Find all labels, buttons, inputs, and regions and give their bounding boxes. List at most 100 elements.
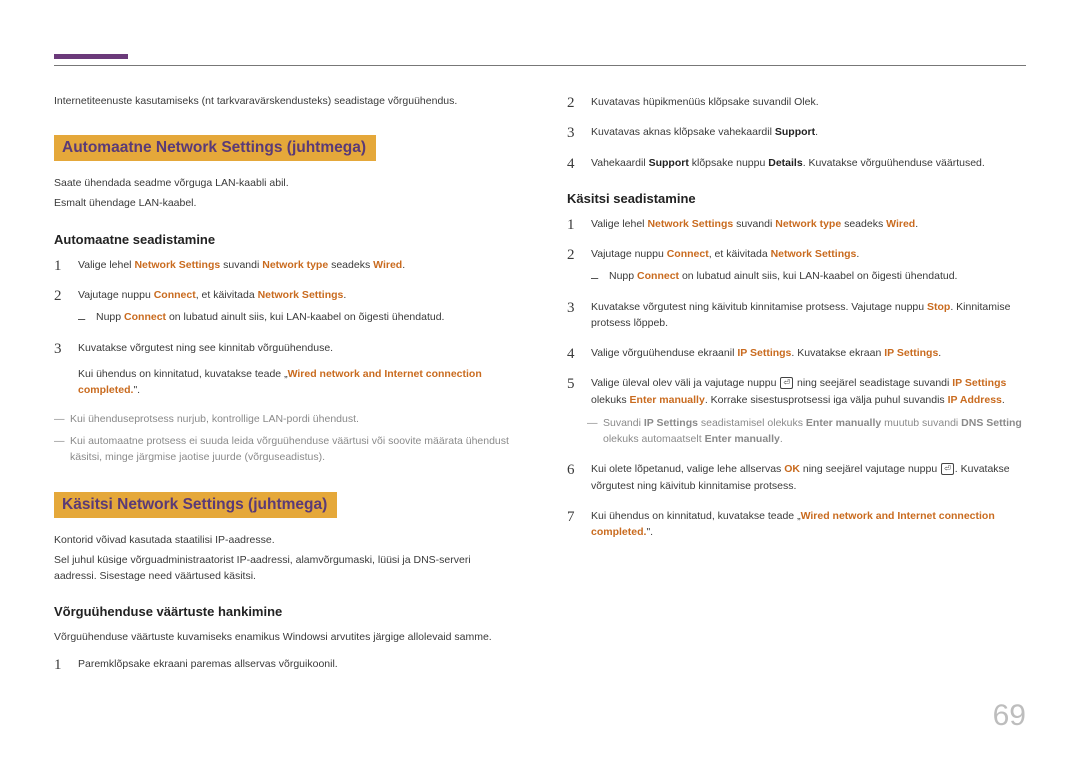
- step: Valige lehel Network Settings suvandi Ne…: [54, 257, 513, 273]
- left-column: Internetiteenuste kasutamiseks (nt tarkv…: [54, 94, 513, 686]
- para: Sel juhul küsige võrguadministraatorist …: [54, 552, 513, 585]
- t: ning seejärel vajutage nuppu: [800, 463, 940, 475]
- hl: Connect: [667, 248, 709, 260]
- bold: Enter manually: [806, 417, 881, 429]
- t: Kui olete lõpetanud, valige lehe allserv…: [591, 463, 784, 475]
- t: seadeks: [328, 259, 373, 271]
- hl: Stop: [927, 301, 950, 313]
- t: Kuvatavas hüpikmenüüs klõpsake suvandil …: [591, 96, 819, 108]
- t: Valige võrguühenduse ekraanil: [591, 347, 737, 359]
- t: , et käivitada: [196, 289, 258, 301]
- page-number: 69: [993, 699, 1026, 733]
- sub-bullet: Nupp Connect on lubatud ainult siis, kui…: [78, 309, 513, 325]
- step: Vajutage nuppu Connect, et käivitada Net…: [567, 246, 1026, 285]
- hl: Wired: [373, 259, 402, 271]
- t: muutub suvandi: [881, 417, 961, 429]
- para: Kontorid võivad kasutada staatilisi IP-a…: [54, 532, 513, 548]
- section-heading-manual: Käsitsi Network Settings (juhtmega): [54, 492, 337, 518]
- t: olekuks: [591, 394, 630, 406]
- hl: OK: [784, 463, 800, 475]
- t: .: [343, 289, 346, 301]
- t: Paremklõpsake ekraani paremas allservas …: [78, 658, 338, 670]
- t: . Kuvatakse ekraan: [791, 347, 884, 359]
- bold: Details: [768, 157, 802, 169]
- t: Vajutage nuppu: [78, 289, 154, 301]
- section-heading-auto: Automaatne Network Settings (juhtmega): [54, 135, 376, 161]
- intro-text: Internetiteenuste kasutamiseks (nt tarkv…: [54, 94, 513, 109]
- bold: Support: [775, 126, 815, 138]
- hl: IP Settings: [737, 347, 791, 359]
- t: on lubatud ainult siis, kui LAN-kaabel o…: [679, 270, 957, 282]
- sub-para: Kui ühendus on kinnitatud, kuvatakse tea…: [78, 366, 513, 399]
- t: .: [856, 248, 859, 260]
- enter-icon: ⏎: [941, 463, 954, 475]
- t: ning seejärel seadistage suvandi: [794, 377, 952, 389]
- hl: Connect: [154, 289, 196, 301]
- t: , et käivitada: [709, 248, 771, 260]
- t: Vahekaardil: [591, 157, 649, 169]
- note: Suvandi IP Settings seadistamisel olekuk…: [587, 416, 1026, 448]
- t: Valige üleval olev väli ja vajutage nupp…: [591, 377, 779, 389]
- t: Nupp: [96, 311, 124, 323]
- t: .: [815, 126, 818, 138]
- bold: Support: [649, 157, 689, 169]
- t: Kui ühendus on kinnitatud, kuvatakse tea…: [78, 368, 288, 380]
- hl: Connect: [124, 311, 166, 323]
- enter-icon: ⏎: [780, 377, 793, 389]
- hl: Network Settings: [771, 248, 857, 260]
- t: Valige lehel: [591, 218, 647, 230]
- t: Kuvatakse võrgutest ning käivitub kinnit…: [591, 301, 927, 313]
- t: ".: [646, 526, 653, 538]
- para: Võrguühenduse väärtuste kuvamiseks enami…: [54, 629, 513, 645]
- subheading-auto-setup: Automaatne seadistamine: [54, 232, 513, 247]
- step: Vahekaardil Support klõpsake nuppu Detai…: [567, 155, 1026, 171]
- t: suvandi: [733, 218, 775, 230]
- bold: IP Settings: [644, 417, 698, 429]
- note: Kui automaatne protsess ei suuda leida v…: [54, 434, 513, 466]
- step: Valige võrguühenduse ekraanil IP Setting…: [567, 345, 1026, 361]
- t: . Korrake sisestusprotsessi iga välja pu…: [705, 394, 948, 406]
- step: Valige lehel Network Settings suvandi Ne…: [567, 216, 1026, 232]
- t: Vajutage nuppu: [591, 248, 667, 260]
- steps-values: Paremklõpsake ekraani paremas allservas …: [54, 656, 513, 672]
- hl: IP Address: [948, 394, 1002, 406]
- content-columns: Internetiteenuste kasutamiseks (nt tarkv…: [54, 94, 1026, 686]
- t: Kuvatakse võrgutest ning see kinnitab võ…: [78, 342, 333, 354]
- t: .: [780, 433, 783, 445]
- right-column: Kuvatavas hüpikmenüüs klõpsake suvandil …: [567, 94, 1026, 686]
- steps-values-cont: Kuvatavas hüpikmenüüs klõpsake suvandil …: [567, 94, 1026, 171]
- hl: Network Settings: [647, 218, 733, 230]
- step: Kuvatakse võrgutest ning käivitub kinnit…: [567, 299, 1026, 332]
- sub-bullet: Nupp Connect on lubatud ainult siis, kui…: [591, 268, 1026, 284]
- hl: Network type: [262, 259, 328, 271]
- steps-auto: Valige lehel Network Settings suvandi Ne…: [54, 257, 513, 399]
- subheading-get-values: Võrguühenduse väärtuste hankimine: [54, 604, 513, 619]
- t: Kuvatavas aknas klõpsake vahekaardil: [591, 126, 775, 138]
- t: .: [915, 218, 918, 230]
- hl: Connect: [637, 270, 679, 282]
- para: Esmalt ühendage LAN-kaabel.: [54, 195, 513, 211]
- step: Kui ühendus on kinnitatud, kuvatakse tea…: [567, 508, 1026, 541]
- t: . Kuvatakse võrguühenduse väärtused.: [803, 157, 985, 169]
- hl: IP Settings: [952, 377, 1006, 389]
- t: Valige lehel: [78, 259, 134, 271]
- t: olekuks automaatselt: [603, 433, 705, 445]
- t: klõpsake nuppu: [689, 157, 768, 169]
- t: suvandi: [220, 259, 262, 271]
- subheading-manual-setup: Käsitsi seadistamine: [567, 191, 1026, 206]
- t: seadeks: [841, 218, 886, 230]
- t: seadistamisel olekuks: [698, 417, 806, 429]
- hl: Network type: [775, 218, 841, 230]
- accent-bar: [54, 54, 128, 59]
- step: Kuvatavas aknas klõpsake vahekaardil Sup…: [567, 124, 1026, 140]
- step: Kui olete lõpetanud, valige lehe allserv…: [567, 461, 1026, 494]
- t: on lubatud ainult siis, kui LAN-kaabel o…: [166, 311, 444, 323]
- t: Nupp: [609, 270, 637, 282]
- t: Kui ühendus on kinnitatud, kuvatakse tea…: [591, 510, 801, 522]
- hl: Network Settings: [134, 259, 220, 271]
- step: Vajutage nuppu Connect, et käivitada Net…: [54, 287, 513, 326]
- hl: Enter manually: [630, 394, 705, 406]
- step: Kuvatakse võrgutest ning see kinnitab võ…: [54, 340, 513, 399]
- step: Paremklõpsake ekraani paremas allservas …: [54, 656, 513, 672]
- bold: Enter manually: [705, 433, 780, 445]
